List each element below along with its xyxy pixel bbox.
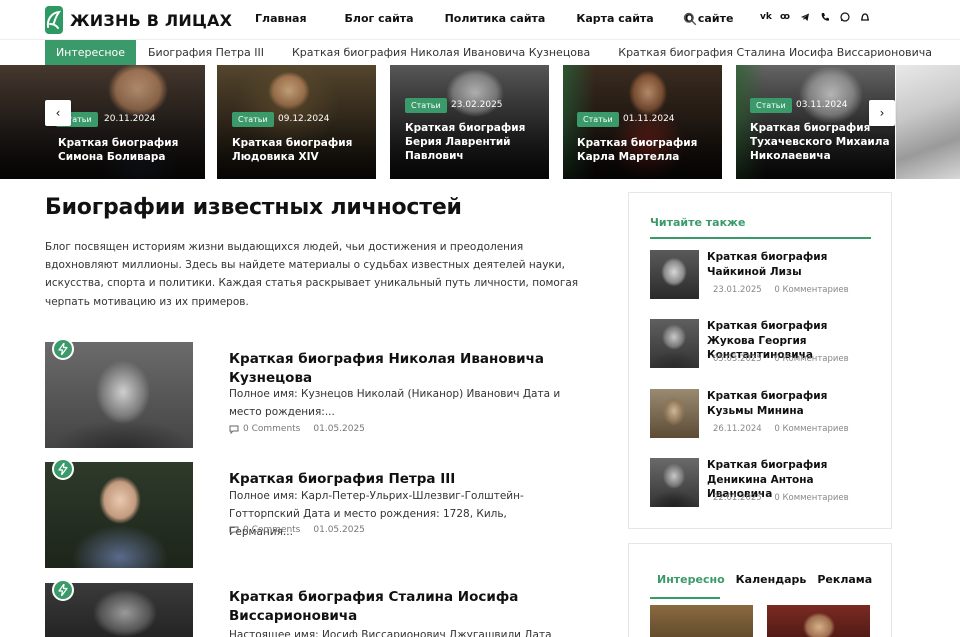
yandex-icon[interactable] (860, 12, 869, 22)
slide-louis[interactable]: Статьи 09.12.2024 Краткая биография Людо… (217, 65, 376, 179)
search-icon[interactable] (683, 11, 697, 26)
slide-image (896, 65, 960, 179)
related-item[interactable]: Краткая биография Деникина Антона Иванов… (650, 458, 880, 508)
post-card: Краткая биография Петра III Полное имя: … (45, 458, 585, 572)
logo-text: ЖИЗНЬ В ЛИЦАХ (70, 10, 233, 30)
post-meta: 0 Comments 01.05.2025 (229, 424, 365, 434)
tab-content-image[interactable] (767, 605, 870, 637)
related-meta: 05.03.2025 0 Комментариев (713, 354, 849, 364)
telegram-icon[interactable] (800, 12, 809, 22)
viber-icon[interactable] (820, 12, 829, 22)
ticker-item[interactable]: Биография Петра III (148, 40, 264, 65)
slide-tag[interactable]: Статьи (577, 112, 619, 127)
slide-date: 01.11.2024 (623, 114, 675, 124)
related-meta: 22.01.2025 0 Комментариев (713, 493, 849, 503)
slider-prev-button[interactable]: ‹ (45, 100, 71, 126)
page-intro: Блог посвящен историям жизни выдающихся … (45, 241, 579, 308)
site-header: ЖИЗНЬ В ЛИЦАХ Главная Блог сайта Политик… (0, 0, 960, 40)
site-logo[interactable]: ЖИЗНЬ В ЛИЦАХ (45, 5, 232, 35)
post-excerpt: Настоящее имя: Иосиф Виссарионович Джуга… (229, 629, 552, 637)
related-meta: 23.01.2025 0 Комментариев (713, 285, 849, 295)
related-thumbnail[interactable] (650, 389, 699, 438)
page-title: Биографии известных личностей (45, 195, 462, 220)
whatsapp-icon[interactable] (840, 12, 850, 22)
slide-title[interactable]: Краткая биография Тухачевского Михаила Н… (750, 121, 895, 163)
related-date: 22.01.2025 (713, 493, 762, 503)
lightning-icon (52, 458, 74, 480)
slider-next-button[interactable]: › (869, 100, 895, 126)
tab-content-image[interactable] (650, 605, 753, 637)
social-links: vk ꝏ (760, 12, 880, 22)
slide-title[interactable]: Краткая биография Симона Боливара (58, 136, 205, 164)
news-ticker: Биография Петра III Краткая биография Ни… (0, 40, 960, 65)
lightning-icon (52, 579, 74, 601)
widget-title: Читайте также (650, 216, 746, 229)
related-comments[interactable]: 0 Комментариев (774, 424, 848, 434)
post-comments[interactable]: 0 Comments (243, 424, 300, 434)
post-date: 01.05.2025 (313, 525, 365, 535)
related-thumbnail[interactable] (650, 319, 699, 368)
slide-martel[interactable]: Статьи 01.11.2024 Краткая биография Карл… (563, 65, 722, 179)
post-meta: 0 Comments 01.05.2025 (229, 525, 365, 535)
related-title[interactable]: Краткая биография Кузьмы Минина (707, 389, 877, 418)
related-item[interactable]: Краткая биография Чайкиной Лизы 23.01.20… (650, 250, 880, 300)
slide-tag[interactable]: Статьи (750, 98, 792, 113)
slide-date: 23.02.2025 (451, 100, 503, 110)
ticker-items: Биография Петра III Краткая биография Ни… (148, 40, 960, 65)
nav-sitemap[interactable]: Карта сайта (576, 12, 653, 25)
widget-tabs: Интересно Календарь Реклама (650, 573, 883, 586)
featured-slider: Статьи 20.11.2024 Краткая биография Симо… (0, 65, 960, 179)
related-thumbnail[interactable] (650, 250, 699, 299)
widget-divider (650, 237, 871, 239)
slide-tag[interactable]: Статьи (232, 112, 274, 127)
related-comments[interactable]: 0 Комментариев (774, 354, 848, 364)
slide-title[interactable]: Краткая биография Берия Лаврентий Павлов… (405, 121, 549, 163)
tab-ads[interactable]: Реклама (817, 573, 872, 586)
main-nav: Главная Блог сайта Политика сайта Карта … (255, 12, 733, 25)
tabs-widget: Интересно Календарь Реклама (628, 543, 892, 637)
related-comments[interactable]: 0 Комментариев (774, 285, 848, 295)
slide-partial[interactable] (896, 65, 960, 179)
vk-icon[interactable]: vk (760, 12, 772, 22)
post-title[interactable]: Краткая биография Сталина Иосифа Виссари… (229, 588, 559, 626)
slide-bolivar[interactable]: Статьи 20.11.2024 Краткая биография Симо… (0, 65, 205, 179)
related-comments[interactable]: 0 Комментариев (774, 493, 848, 503)
slide-title[interactable]: Краткая биография Людовика XIV (232, 136, 376, 164)
related-title[interactable]: Краткая биография Чайкиной Лизы (707, 250, 877, 279)
slide-date: 20.11.2024 (104, 114, 156, 124)
nav-policy[interactable]: Политика сайта (445, 12, 546, 25)
comment-icon (229, 425, 239, 434)
slide-date: 03.11.2024 (796, 100, 848, 110)
post-date: 01.05.2025 (313, 424, 365, 434)
nav-home[interactable]: Главная (255, 12, 307, 25)
related-meta: 26.11.2024 0 Комментариев (713, 424, 849, 434)
post-card: Краткая биография Николая Ивановича Кузн… (45, 338, 585, 452)
related-item[interactable]: Краткая биография Жукова Георгия Констан… (650, 319, 880, 369)
ticker-item[interactable]: Краткая биография Николая Ивановича Кузн… (292, 40, 590, 65)
lightning-icon (52, 338, 74, 360)
comment-icon (229, 526, 239, 535)
related-item[interactable]: Краткая биография Кузьмы Минина 26.11.20… (650, 389, 880, 439)
odnoklassniki-icon[interactable]: ꝏ (780, 12, 790, 22)
slide-beria[interactable]: Статьи 23.02.2025 Краткая биография Бери… (390, 65, 549, 179)
tab-active-indicator (650, 597, 720, 599)
slide-date: 09.12.2024 (278, 114, 330, 124)
nav-blog[interactable]: Блог сайта (345, 12, 414, 25)
ticker-label: Интересное (45, 40, 136, 65)
ticker-item[interactable]: Краткая биография Сталина Иосифа Виссари… (618, 40, 932, 65)
logo-icon (45, 6, 63, 34)
slide-tag[interactable]: Статьи (405, 98, 447, 113)
post-excerpt: Полное имя: Кузнецов Николай (Никанор) И… (229, 388, 561, 418)
tab-calendar[interactable]: Календарь (736, 573, 807, 586)
related-date: 23.01.2025 (713, 285, 762, 295)
post-card: Краткая биография Сталина Иосифа Виссари… (45, 579, 585, 637)
tab-interesting[interactable]: Интересно (657, 573, 725, 586)
related-date: 26.11.2024 (713, 424, 762, 434)
related-date: 05.03.2025 (713, 354, 762, 364)
post-comments[interactable]: 0 Comments (243, 525, 300, 535)
post-title[interactable]: Краткая биография Николая Ивановича Кузн… (229, 350, 559, 388)
related-thumbnail[interactable] (650, 458, 699, 507)
slide-title[interactable]: Краткая биография Карла Мартелла (577, 136, 722, 164)
related-widget: Читайте также Краткая биография Чайкиной… (628, 192, 892, 529)
